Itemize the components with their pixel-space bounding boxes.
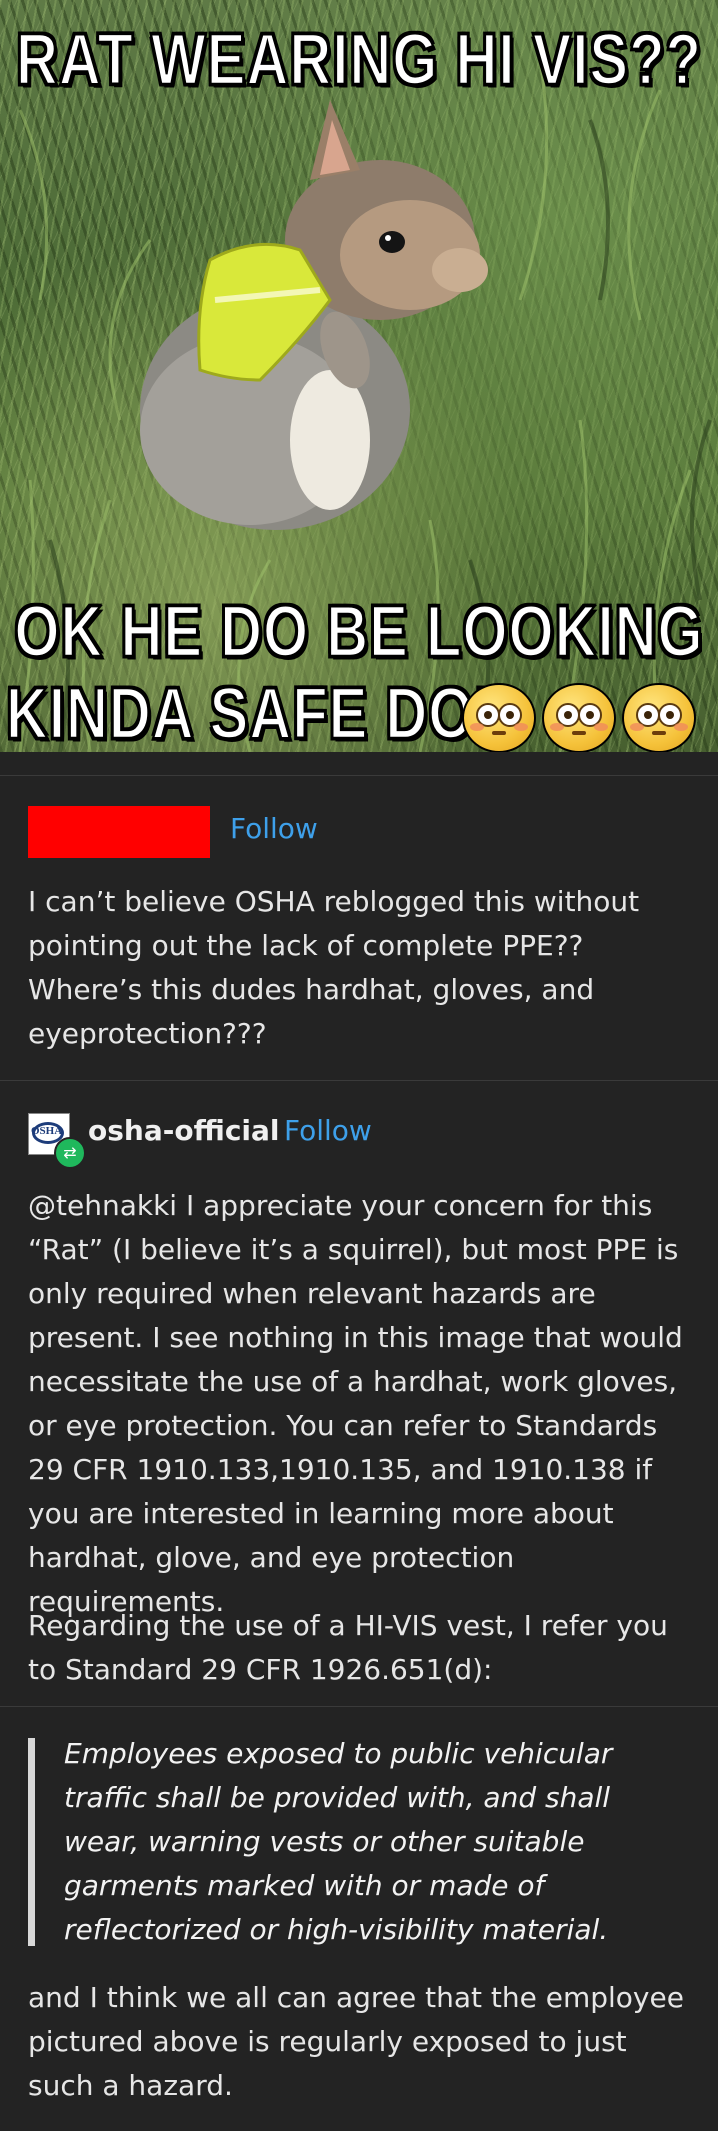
flushed-face-emoji [622, 683, 696, 752]
blockquote-bar [28, 1738, 35, 1946]
follow-button[interactable]: Follow [284, 1114, 372, 1147]
avatar-label: OSHA [31, 1125, 63, 1137]
divider [0, 775, 718, 776]
reply-paragraph-2: Regarding the use of a HI-VIS vest, I re… [28, 1609, 668, 1686]
divider [0, 1706, 718, 1707]
tumblr-post-screenshot: RAT WEARING HI VIS?? OK HE DO BE LOOKING… [0, 0, 718, 2131]
username[interactable]: osha-official [88, 1114, 280, 1147]
reply-paragraph-3: and I think we all can agree that the em… [28, 1981, 684, 2102]
emoji-row [462, 683, 696, 752]
meme-caption-bottom-line1: OK HE DO BE LOOKING [13, 590, 704, 674]
reply-text: I can’t believe OSHA reblogged this with… [28, 885, 640, 1050]
meme-image: RAT WEARING HI VIS?? OK HE DO BE LOOKING… [0, 0, 718, 752]
blockquote: Employees exposed to public vehicular tr… [64, 1737, 613, 1946]
flushed-face-emoji [462, 683, 536, 752]
meme-caption-top: RAT WEARING HI VIS?? [15, 18, 702, 102]
flushed-face-emoji [542, 683, 616, 752]
redacted-username [28, 806, 210, 858]
divider [0, 1080, 718, 1081]
reblog-icon: ⇄ [54, 1137, 86, 1169]
reply-paragraph-1: @tehnakki I appreciate your concern for … [28, 1189, 683, 1618]
follow-button[interactable]: Follow [230, 812, 318, 845]
